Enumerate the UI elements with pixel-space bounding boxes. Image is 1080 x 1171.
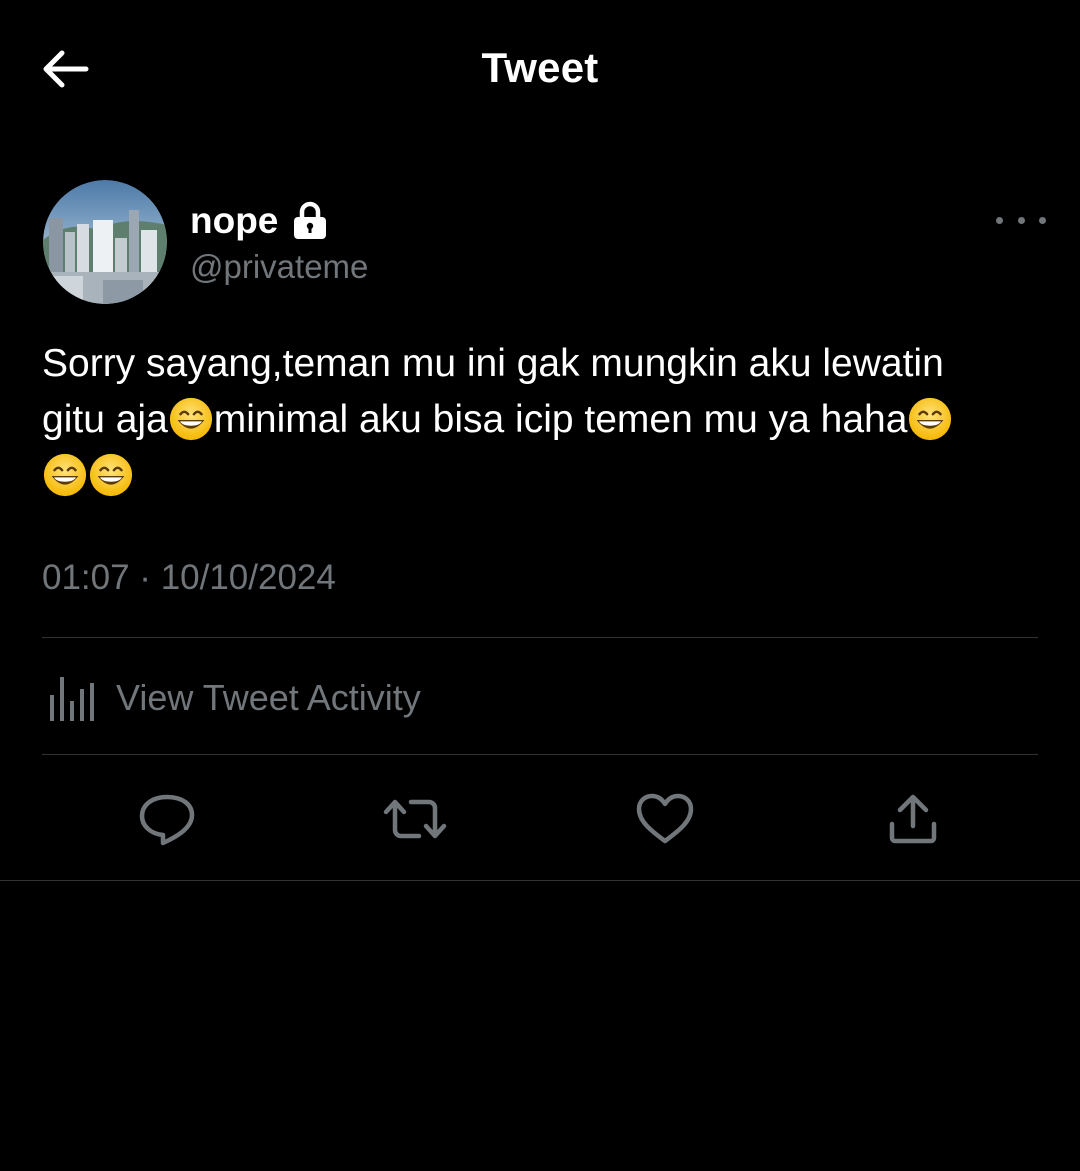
retweet-button[interactable]: [382, 786, 448, 852]
page-title: Tweet: [481, 44, 599, 91]
like-button[interactable]: [632, 786, 698, 852]
reply-button[interactable]: [134, 786, 200, 852]
grinning-face-emoji-icon: [907, 396, 953, 442]
tweet-text-line-2a: gitu aja: [42, 398, 168, 441]
more-dot-icon: [1039, 216, 1046, 224]
divider: [42, 637, 1038, 638]
share-icon: [889, 794, 937, 844]
divider: [0, 880, 1080, 881]
more-options-button[interactable]: [996, 205, 1046, 235]
view-tweet-activity-label: View Tweet Activity: [116, 677, 421, 718]
retweet-icon: [383, 799, 447, 839]
tweet-text-line-1: Sorry sayang,teman mu ini gak mungkin ak…: [42, 342, 944, 385]
more-dot-icon: [996, 216, 1003, 224]
top-bar: Tweet: [0, 0, 1080, 140]
lock-icon: [292, 201, 328, 241]
author-name-row[interactable]: nope: [190, 200, 328, 242]
tweet-timestamp[interactable]: 01:07 · 10/10/2024: [42, 558, 336, 598]
author-handle[interactable]: @privateme: [190, 248, 368, 286]
like-icon: [636, 793, 694, 844]
grinning-face-emoji-icon: [168, 396, 214, 442]
tweet-action-bar: [0, 786, 1080, 852]
reply-icon: [139, 794, 195, 846]
divider: [42, 754, 1038, 755]
cityscape-avatar-icon: [43, 180, 167, 304]
avatar[interactable]: [43, 180, 167, 304]
grinning-face-emoji-icon: [88, 452, 134, 498]
tweet-text: Sorry sayang,teman mu ini gak mungkin ak…: [42, 336, 1042, 504]
view-tweet-activity-button[interactable]: View Tweet Activity: [42, 670, 1038, 726]
share-button[interactable]: [880, 786, 946, 852]
grinning-face-emoji-icon: [42, 452, 88, 498]
analytics-bar-icon: [50, 677, 94, 721]
author-display-name: nope: [190, 200, 279, 241]
tweet-text-line-2b: minimal aku bisa icip temen mu ya haha: [213, 398, 908, 441]
more-dot-icon: [1017, 216, 1025, 224]
